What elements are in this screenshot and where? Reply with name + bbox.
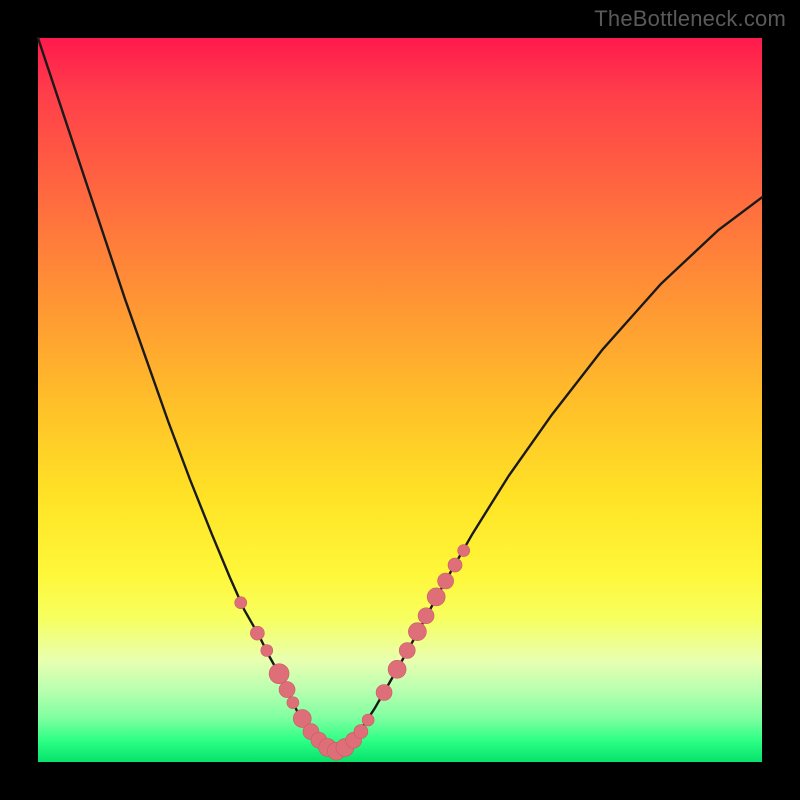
curve-marker xyxy=(279,682,295,698)
curve-marker xyxy=(399,643,415,659)
curve-left-branch xyxy=(38,38,335,752)
curve-marker xyxy=(362,714,374,726)
curve-marker xyxy=(427,588,445,606)
curve-marker xyxy=(287,697,299,709)
curve-marker xyxy=(269,664,289,684)
curve-markers xyxy=(235,545,470,761)
curve-marker xyxy=(458,545,470,557)
curve-marker xyxy=(250,626,264,640)
chart-frame: TheBottleneck.com xyxy=(0,0,800,800)
curve-marker xyxy=(438,573,454,589)
curve-marker xyxy=(376,685,392,701)
watermark-text: TheBottleneck.com xyxy=(594,6,786,32)
bottleneck-curve-svg xyxy=(38,38,762,762)
curve-marker xyxy=(354,725,368,739)
curve-marker xyxy=(388,660,406,678)
curve-marker xyxy=(448,558,462,572)
curve-marker xyxy=(408,623,426,641)
curve-marker xyxy=(418,608,434,624)
plot-area xyxy=(38,38,762,762)
curve-marker xyxy=(261,645,273,657)
curve-marker xyxy=(235,597,247,609)
